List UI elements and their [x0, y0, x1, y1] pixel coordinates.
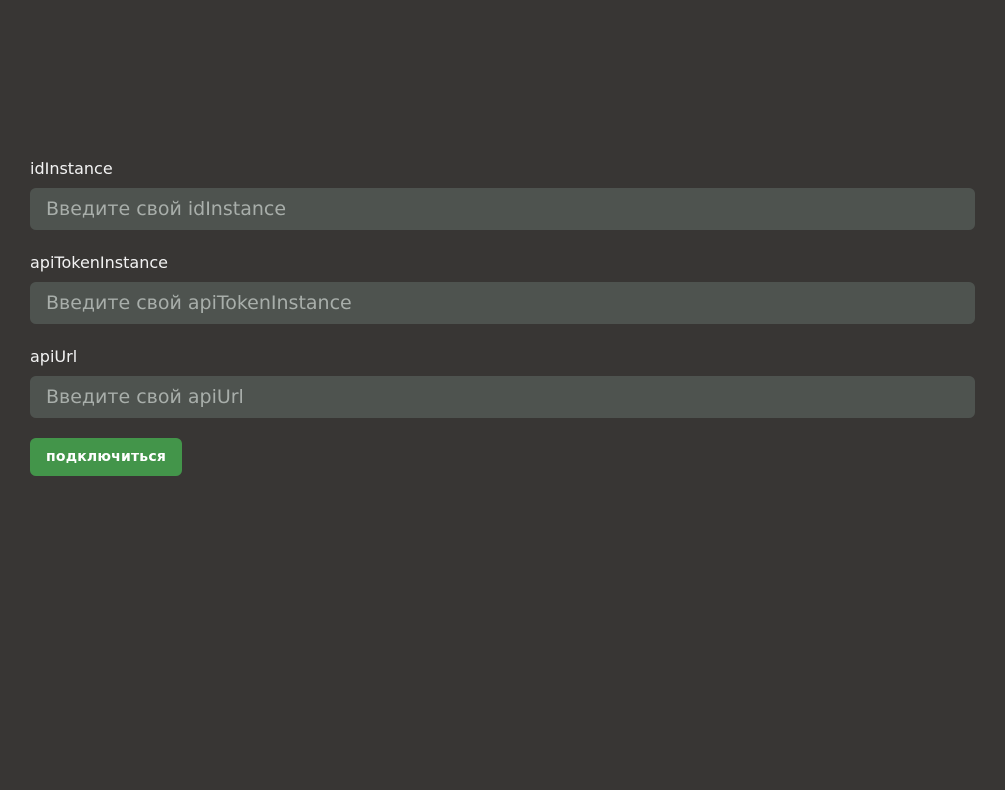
- api-token-instance-label: apiTokenInstance: [30, 253, 168, 272]
- connect-button[interactable]: подключиться: [30, 438, 183, 476]
- id-instance-input[interactable]: [30, 188, 975, 230]
- api-url-input[interactable]: [30, 376, 975, 418]
- api-token-instance-input[interactable]: [30, 282, 975, 324]
- connection-form: idInstance apiTokenInstance apiUrl подкл…: [30, 158, 975, 476]
- api-url-label: apiUrl: [30, 347, 78, 366]
- id-instance-label: idInstance: [30, 159, 113, 178]
